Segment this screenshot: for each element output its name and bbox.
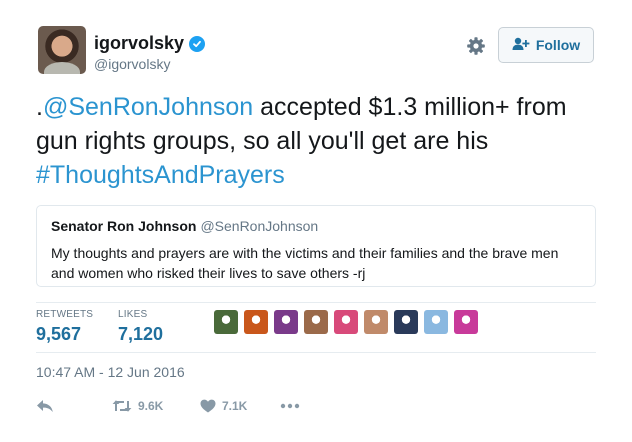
quoted-tweet[interactable]: Senator Ron Johnson @SenRonJohnson My tho… bbox=[36, 205, 596, 287]
tweet-text: .@SenRonJohnson accepted $1.3 million+ f… bbox=[36, 90, 606, 192]
verified-badge-icon bbox=[189, 35, 206, 52]
divider bbox=[36, 352, 596, 353]
liker-avatar[interactable] bbox=[274, 310, 298, 334]
quoted-handle: @SenRonJohnson bbox=[200, 218, 319, 234]
reply-icon bbox=[36, 399, 54, 413]
retweet-button[interactable]: 9.6K bbox=[112, 399, 200, 413]
tweet-actions: 9.6K 7.1K bbox=[36, 396, 300, 416]
user-name-row[interactable]: igorvolsky bbox=[94, 33, 206, 54]
gear-icon[interactable] bbox=[466, 36, 486, 56]
retweets-label: RETWEETS bbox=[36, 309, 94, 320]
retweets-count: 9,567 bbox=[36, 324, 82, 344]
like-count: 7.1K bbox=[222, 399, 248, 413]
retweets-stat[interactable]: RETWEETS 9,567 bbox=[36, 309, 93, 345]
quoted-text: My thoughts and prayers are with the vic… bbox=[51, 245, 559, 281]
like-button[interactable]: 7.1K bbox=[200, 399, 280, 413]
mention-link[interactable]: @SenRonJohnson bbox=[43, 93, 253, 121]
quoted-name: Senator Ron Johnson bbox=[51, 218, 197, 234]
liker-avatar[interactable] bbox=[304, 310, 328, 334]
avatar[interactable] bbox=[38, 26, 86, 74]
follow-label: Follow bbox=[535, 37, 581, 53]
liker-avatars bbox=[214, 310, 478, 334]
add-user-icon bbox=[512, 37, 530, 54]
more-button[interactable] bbox=[280, 403, 300, 409]
quoted-header: Senator Ron Johnson @SenRonJohnson bbox=[51, 218, 581, 236]
more-icon bbox=[280, 403, 300, 409]
user-name[interactable]: igorvolsky bbox=[94, 33, 184, 54]
hashtag-link[interactable]: #ThoughtsAndPrayers bbox=[36, 161, 285, 189]
reply-button[interactable] bbox=[36, 399, 112, 413]
retweet-icon bbox=[112, 399, 132, 413]
liker-avatar[interactable] bbox=[334, 310, 358, 334]
tweet-text-prefix: . bbox=[36, 93, 43, 121]
liker-avatar[interactable] bbox=[424, 310, 448, 334]
divider bbox=[36, 302, 596, 303]
liker-avatar[interactable] bbox=[214, 310, 238, 334]
liker-avatar[interactable] bbox=[454, 310, 478, 334]
likes-count: 7,120 bbox=[118, 324, 164, 344]
heart-icon bbox=[200, 399, 216, 413]
user-handle[interactable]: @igorvolsky bbox=[94, 56, 170, 72]
likes-label: LIKES bbox=[118, 309, 148, 320]
tweet-timestamp[interactable]: 10:47 AM - 12 Jun 2016 bbox=[36, 364, 185, 380]
retweet-count: 9.6K bbox=[138, 399, 164, 413]
liker-avatar[interactable] bbox=[394, 310, 418, 334]
follow-button[interactable]: Follow bbox=[498, 27, 594, 63]
likes-stat[interactable]: LIKES 7,120 bbox=[118, 309, 163, 345]
liker-avatar[interactable] bbox=[244, 310, 268, 334]
liker-avatar[interactable] bbox=[364, 310, 388, 334]
